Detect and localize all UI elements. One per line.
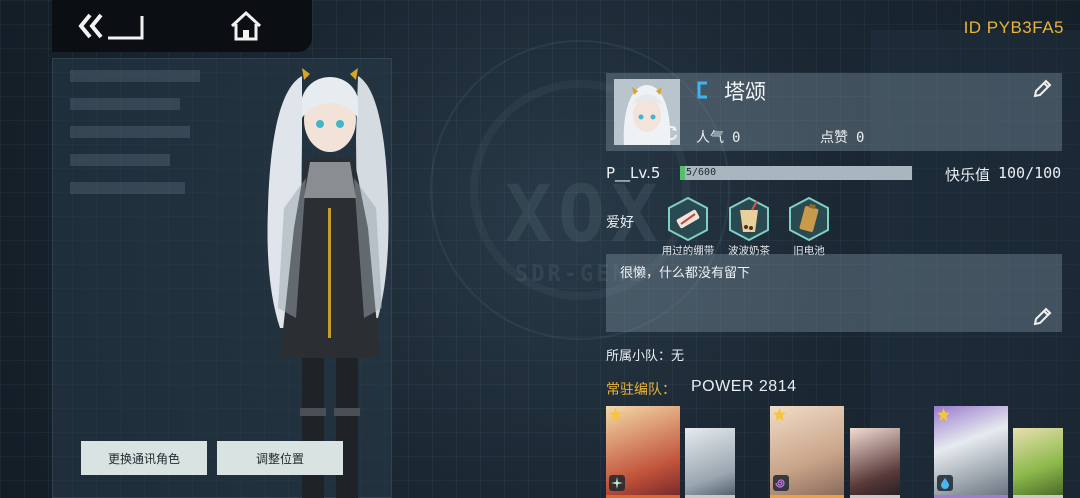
bandage-icon (668, 196, 708, 242)
popularity-stat: 人气 0 (696, 127, 740, 147)
likes-stat: 点赞 0 (820, 127, 864, 147)
swap-avatar-icon[interactable] (663, 125, 679, 141)
background-bar (70, 154, 170, 166)
home-icon (230, 10, 262, 41)
popularity-label: 人气 (696, 130, 724, 146)
hobby-item[interactable]: 波波奶茶 (724, 196, 774, 258)
happiness-value: 100/100 (998, 164, 1062, 182)
star-icon (773, 408, 786, 421)
home-button[interactable] (224, 6, 268, 46)
star-icon (937, 408, 950, 421)
team-member-portrait[interactable] (606, 406, 680, 498)
star-icon (609, 408, 622, 421)
power-value: POWER 2814 (691, 378, 797, 395)
team-member-portrait[interactable] (934, 406, 1008, 498)
hobby-item[interactable]: 旧电池 (784, 196, 834, 258)
background-bar (70, 70, 200, 82)
popularity-value: 0 (732, 130, 741, 146)
team-member-portrait[interactable] (685, 428, 735, 498)
background-logo: XOX (505, 170, 664, 260)
background-bar (70, 126, 190, 138)
character-figure (240, 58, 420, 498)
hobby-item[interactable]: 用过的绷带 (662, 196, 714, 258)
bubble-tea-icon (729, 196, 769, 242)
edit-bio-icon[interactable] (1031, 306, 1053, 328)
class-rank-icon (697, 81, 707, 99)
bio-box: 很懒，什么都没有留下 (606, 254, 1062, 332)
player-id: ID PYB3FA5 (963, 18, 1064, 37)
formation-label: 常驻编队： (606, 382, 676, 398)
light-element-icon (609, 475, 625, 491)
squad-info: 所属小队：无 (606, 349, 685, 364)
team-member-portrait[interactable] (1013, 428, 1063, 498)
team-member-portrait[interactable] (850, 428, 900, 498)
background-bar (70, 182, 185, 194)
happiness-label: 快乐值 (945, 166, 991, 184)
battery-icon (789, 196, 829, 242)
team-member-portrait[interactable] (770, 406, 844, 498)
exp-text: 5/600 (686, 167, 717, 178)
exp-progress-bar: 5/600 (680, 166, 912, 180)
exp-progress-fill (680, 166, 685, 180)
level-label: P__Lv.5 (606, 164, 661, 182)
likes-value: 0 (856, 130, 865, 146)
background-bar (70, 98, 180, 110)
adjust-position-button[interactable]: 调整位置 (217, 441, 343, 475)
top-nav-bar (52, 0, 312, 52)
character-name: 塔颂 (724, 80, 766, 104)
hobby-label: 爱好 (606, 215, 634, 231)
edit-name-icon[interactable] (1031, 78, 1053, 100)
change-character-button[interactable]: 更换通讯角色 (81, 441, 207, 475)
double-chevron-back-icon (78, 13, 144, 40)
likes-label: 点赞 (820, 130, 848, 146)
water-element-icon (937, 475, 953, 491)
back-button[interactable] (76, 6, 146, 46)
psychic-element-icon (773, 475, 789, 491)
bio-text: 很懒，什么都没有留下 (620, 266, 751, 281)
